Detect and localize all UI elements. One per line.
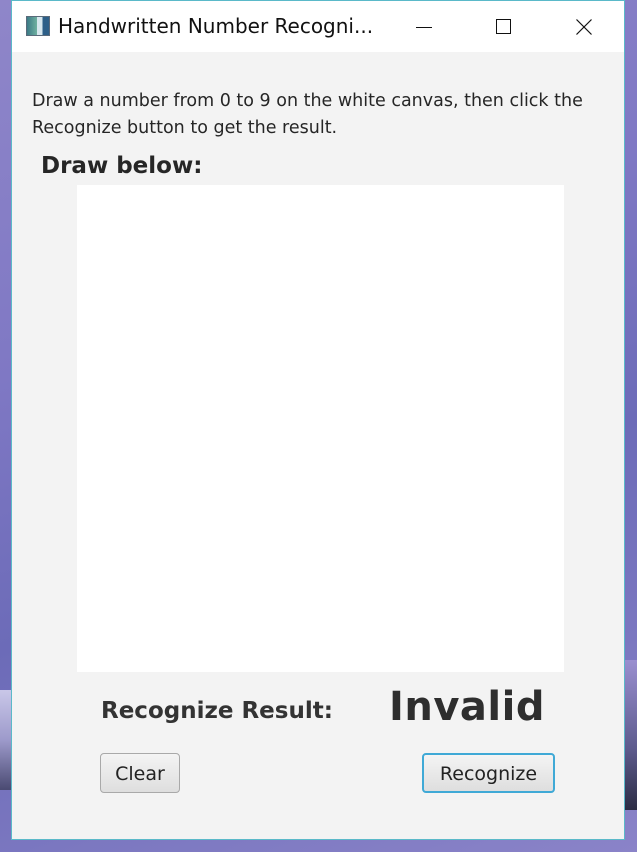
draw-below-label: Draw below: [41,153,203,179]
recognize-result-label: Recognize Result: [101,698,333,724]
maximize-button[interactable] [464,1,544,52]
clear-button[interactable]: Clear [100,753,180,793]
minimize-button[interactable] [384,1,464,52]
maximize-icon [496,19,511,34]
instructions-text: Draw a number from 0 to 9 on the white c… [32,91,583,138]
recognize-result-value: Invalid [389,684,545,730]
app-window: Handwritten Number Recogni... Draw a num… [11,0,625,840]
desktop-background-right [623,660,637,810]
close-button[interactable] [544,1,624,52]
app-icon [26,16,50,36]
title-bar[interactable]: Handwritten Number Recogni... [12,1,624,52]
window-title: Handwritten Number Recogni... [58,14,374,38]
drawing-canvas[interactable] [77,185,564,672]
recognize-button[interactable]: Recognize [422,753,555,793]
close-icon [576,19,592,35]
minimize-icon [416,27,432,28]
